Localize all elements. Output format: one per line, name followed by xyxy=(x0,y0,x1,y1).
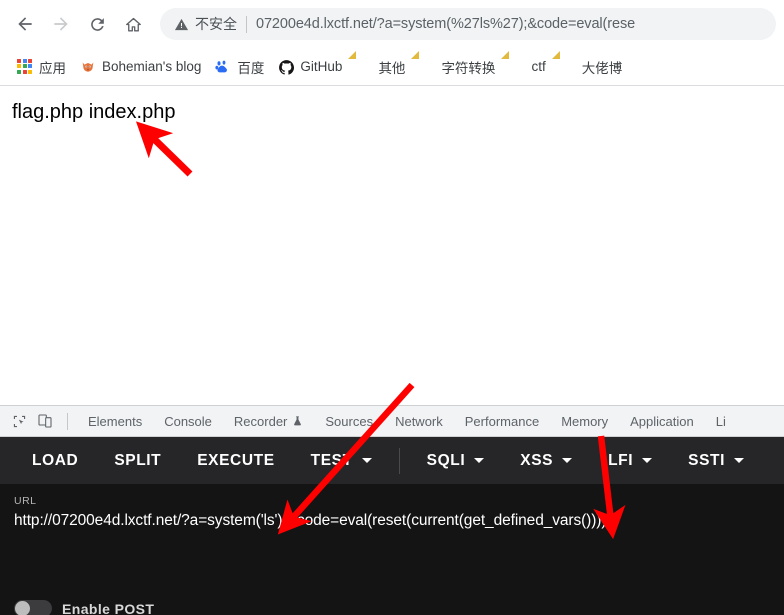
enable-post-toggle[interactable] xyxy=(14,600,52,615)
enable-post-row[interactable]: Enable POST xyxy=(14,600,154,615)
bookmarks-bar: 应用 Bohemian's blog 百度 GitHub 其他 字符转换 ctf… xyxy=(0,48,784,86)
tab-label: Li xyxy=(715,413,726,429)
bookmark-folder-ctf[interactable]: ctf xyxy=(502,55,552,79)
button-label: LOAD xyxy=(32,451,79,469)
apps-grid-icon xyxy=(17,58,33,75)
tab-memory[interactable]: Memory xyxy=(550,410,619,433)
browser-window: 不安全 07200e4d.lxctf.net/?a=system(%27ls%2… xyxy=(0,0,784,615)
tab-label: Console xyxy=(164,413,212,429)
load-button[interactable]: LOAD xyxy=(14,446,96,476)
chevron-down-icon xyxy=(562,458,573,463)
folder-icon xyxy=(560,59,576,75)
fox-favicon xyxy=(80,59,96,75)
bookmark-folder-charconvert[interactable]: 字符转换 xyxy=(412,53,502,81)
baidu-paw-favicon xyxy=(215,59,231,75)
execute-button[interactable]: EXECUTE xyxy=(179,446,292,476)
bookmark-apps[interactable]: 应用 xyxy=(10,53,73,81)
chevron-down-icon xyxy=(361,458,372,463)
devtools-tabbar: Elements Console Recorder Sources Networ… xyxy=(0,406,784,437)
reload-button[interactable] xyxy=(80,7,114,41)
tab-label: Recorder xyxy=(233,413,288,429)
tab-label: Network xyxy=(395,413,443,429)
bookmark-label: GitHub xyxy=(300,59,343,74)
page-viewport: flag.php index.php xyxy=(0,87,784,405)
back-button[interactable] xyxy=(8,7,42,41)
folder-icon xyxy=(356,59,372,75)
bookmark-label: 字符转换 xyxy=(441,60,496,76)
chevron-down-icon xyxy=(733,458,744,463)
omnibox-divider xyxy=(246,15,247,33)
hackbar-divider xyxy=(398,447,400,474)
tab-elements[interactable]: Elements xyxy=(77,410,153,433)
tab-performance[interactable]: Performance xyxy=(454,410,550,433)
address-bar-url[interactable]: 07200e4d.lxctf.net/?a=system(%27ls%27);&… xyxy=(256,16,762,32)
button-label: XSS xyxy=(520,451,554,469)
page-body-text: flag.php index.php xyxy=(12,101,176,123)
home-button[interactable] xyxy=(116,7,150,41)
device-toolbar-icon xyxy=(38,414,52,428)
test-dropdown-button[interactable]: TEST xyxy=(293,446,390,476)
hackbar-toolbar: LOAD SPLIT EXECUTE TEST SQLI XSS LFI SST… xyxy=(0,437,784,484)
forward-arrow-icon xyxy=(54,17,68,31)
warning-triangle-icon xyxy=(174,18,189,30)
bookmark-label: Bohemian's blog xyxy=(102,59,202,74)
tab-label: Sources xyxy=(325,413,374,429)
button-label: SPLIT xyxy=(114,451,162,469)
bookmark-label: 应用 xyxy=(39,60,66,76)
button-label: TEST xyxy=(310,451,353,469)
lfi-dropdown-button[interactable]: LFI xyxy=(590,446,670,476)
device-toolbar-button[interactable] xyxy=(32,409,58,433)
tab-recorder[interactable]: Recorder xyxy=(223,410,314,433)
chevron-down-icon xyxy=(642,458,653,463)
folder-icon xyxy=(419,59,435,75)
address-bar[interactable]: 不安全 07200e4d.lxctf.net/?a=system(%27ls%2… xyxy=(160,8,776,40)
folder-icon xyxy=(509,59,525,75)
bookmark-label: ctf xyxy=(531,59,546,74)
devtools-panel: Elements Console Recorder Sources Networ… xyxy=(0,405,784,615)
forward-button[interactable] xyxy=(44,7,78,41)
url-input[interactable]: http://07200e4d.lxctf.net/?a=system('ls'… xyxy=(14,512,770,530)
tab-label: Elements xyxy=(88,413,143,429)
tabbar-divider xyxy=(67,412,68,430)
bookmark-label: 大佬博 xyxy=(581,60,623,76)
xss-dropdown-button[interactable]: XSS xyxy=(502,446,590,476)
bookmark-baidu[interactable]: 百度 xyxy=(208,53,271,81)
tab-application[interactable]: Application xyxy=(619,410,705,433)
tab-sources[interactable]: Sources xyxy=(314,410,384,433)
bookmark-label: 其他 xyxy=(378,60,406,76)
url-field-label: URL xyxy=(14,495,37,507)
home-icon xyxy=(125,17,141,32)
url-section: URL http://07200e4d.lxctf.net/?a=system(… xyxy=(0,484,784,615)
security-label: 不安全 xyxy=(195,16,237,32)
bookmark-label: 百度 xyxy=(237,60,265,76)
enable-post-label: Enable POST xyxy=(62,600,155,615)
tab-label: Performance xyxy=(464,413,540,429)
button-label: SQLI xyxy=(426,451,466,469)
inspect-element-button[interactable] xyxy=(6,409,32,433)
sqli-dropdown-button[interactable]: SQLI xyxy=(409,446,503,476)
bookmark-bohemians-blog[interactable]: Bohemian's blog xyxy=(73,55,208,79)
button-label: LFI xyxy=(608,451,634,469)
github-favicon xyxy=(278,59,295,75)
button-label: EXECUTE xyxy=(197,451,275,469)
split-button[interactable]: SPLIT xyxy=(96,446,179,476)
tab-label: Memory xyxy=(561,413,609,429)
back-arrow-icon xyxy=(18,17,32,31)
tab-lighthouse[interactable]: Li xyxy=(705,410,737,433)
bookmark-github[interactable]: GitHub xyxy=(271,55,349,79)
button-label: SSTI xyxy=(688,451,725,469)
ssti-dropdown-button[interactable]: SSTI xyxy=(670,446,762,476)
bookmark-folder-other[interactable]: 其他 xyxy=(349,53,412,81)
bookmark-folder-blogs[interactable]: 大佬博 xyxy=(553,53,630,81)
reload-icon xyxy=(90,17,104,31)
security-indicator[interactable]: 不安全 xyxy=(174,14,237,34)
tab-network[interactable]: Network xyxy=(384,410,454,433)
chevron-down-icon xyxy=(474,458,485,463)
flask-icon xyxy=(294,416,302,426)
browser-toolbar: 不安全 07200e4d.lxctf.net/?a=system(%27ls%2… xyxy=(0,0,784,48)
inspect-element-icon xyxy=(13,415,25,427)
tab-label: Application xyxy=(630,413,694,429)
tab-console[interactable]: Console xyxy=(153,410,223,433)
